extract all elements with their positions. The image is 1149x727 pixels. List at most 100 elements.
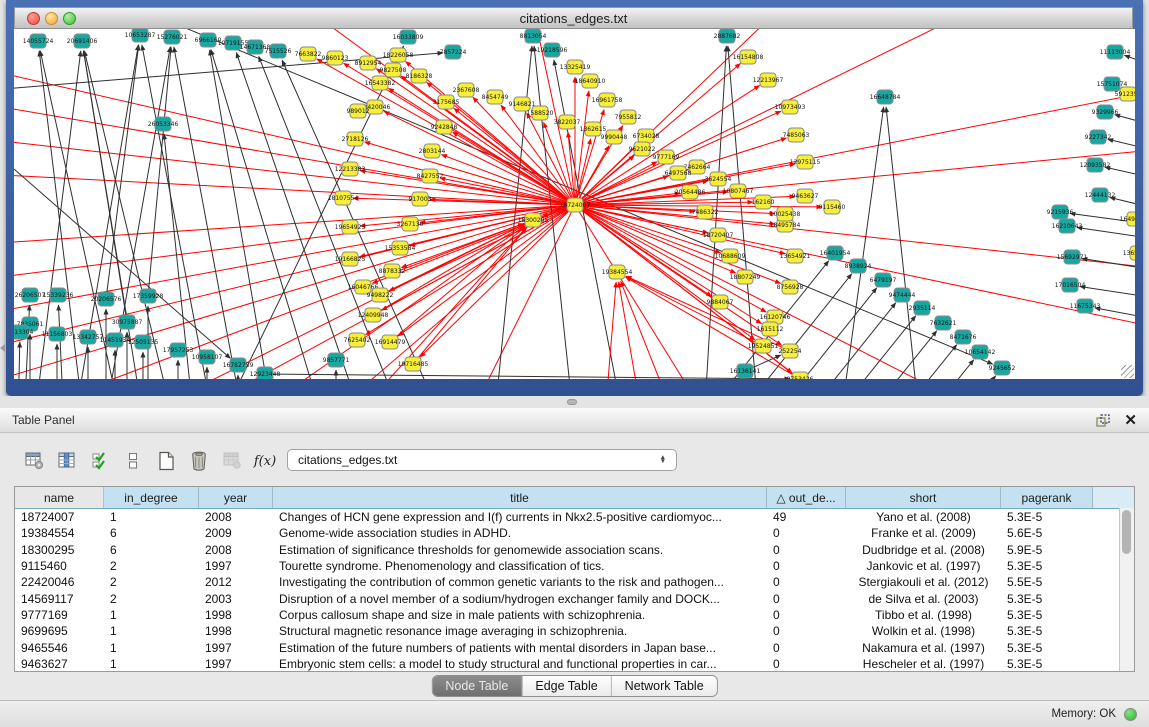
graph-edge[interactable] <box>1115 115 1135 124</box>
table-cell[interactable]: 5.3E-5 <box>1001 592 1093 606</box>
graph-edge[interactable] <box>14 139 575 205</box>
table-cell[interactable]: Structural magnetic resonance image aver… <box>273 624 767 638</box>
table-cell[interactable]: 0 <box>767 592 846 606</box>
close-panel-icon[interactable]: ✕ <box>1124 413 1137 428</box>
table-cell[interactable]: Estimation of the future numbers of pati… <box>273 641 767 655</box>
graph-edge[interactable] <box>840 107 884 379</box>
table-cell[interactable]: 14569117 <box>15 592 104 606</box>
graph-edge[interactable] <box>390 226 525 342</box>
delete-table-icon[interactable] <box>189 451 209 471</box>
table-cell[interactable]: 5.9E-5 <box>1001 543 1093 557</box>
table-cell[interactable]: 0 <box>767 641 846 655</box>
table-cell[interactable]: 1 <box>104 624 199 638</box>
table-cell[interactable]: 6 <box>104 526 199 540</box>
table-cell[interactable]: 5.5E-5 <box>1001 575 1093 589</box>
graph-edge[interactable] <box>1080 287 1135 297</box>
table-cell[interactable]: 2008 <box>199 543 273 557</box>
table-row[interactable]: 911546021997Tourette syndrome. Phenomeno… <box>15 558 1134 574</box>
float-panel-icon[interactable] <box>1096 414 1110 427</box>
table-cell[interactable]: 9777169 <box>15 608 104 622</box>
table-cell[interactable]: 18724007 <box>15 510 104 524</box>
table-cell[interactable]: 0 <box>767 608 846 622</box>
graph-edge[interactable] <box>413 228 527 364</box>
table-cell[interactable]: 5.3E-5 <box>1001 608 1093 622</box>
graph-edge[interactable] <box>210 50 274 379</box>
network-view-window[interactable]: citations_edges.txt 18724007140557242069… <box>6 0 1143 396</box>
tab-edge-table[interactable]: Edge Table <box>522 676 611 696</box>
table-cell[interactable]: Disruption of a novel member of a sodium… <box>273 592 767 606</box>
table-row[interactable]: 977716911998Corpus callosum shape and si… <box>15 607 1134 623</box>
table-cell[interactable]: 0 <box>767 624 846 638</box>
graph-edge[interactable] <box>1077 227 1135 238</box>
tab-network-table[interactable]: Network Table <box>612 676 717 696</box>
graph-edge[interactable] <box>575 139 591 205</box>
graph-edge[interactable] <box>106 45 139 299</box>
table-cell[interactable]: 1 <box>104 641 199 655</box>
table-cell[interactable]: Hescheler et al. (1997) <box>846 657 1001 671</box>
graph-edge[interactable] <box>922 360 974 379</box>
graph-edge[interactable] <box>14 174 575 205</box>
graph-edge[interactable] <box>1124 55 1135 64</box>
graph-edge[interactable] <box>14 169 230 358</box>
splitter-collapse-arrow-icon[interactable] <box>0 344 5 352</box>
graph-edge[interactable] <box>398 205 575 336</box>
node-table[interactable]: namein_degreeyeartitle△ out_de...shortpa… <box>14 486 1135 672</box>
table-cell[interactable]: 1998 <box>199 608 273 622</box>
divider-handle-icon[interactable] <box>567 399 577 405</box>
table-row[interactable]: 1456911722003Disruption of a novel membe… <box>15 590 1134 606</box>
panel-divider[interactable] <box>0 396 1149 408</box>
table-scrollbar[interactable] <box>1119 508 1134 671</box>
table-cell[interactable]: 5.3E-5 <box>1001 510 1093 524</box>
table-row[interactable]: 946554611997Estimation of the future num… <box>15 639 1134 655</box>
table-cell[interactable]: 0 <box>767 526 846 540</box>
column-header-pagerank[interactable]: pagerank <box>1001 487 1093 508</box>
show-columns-icon[interactable] <box>90 451 110 471</box>
graph-edge[interactable] <box>211 50 324 379</box>
network-table-selector[interactable]: citations_edges.txt ▲▼ <box>287 449 677 471</box>
table-cell[interactable]: 1 <box>104 608 199 622</box>
select-column-icon[interactable] <box>57 451 77 471</box>
column-header-out_de[interactable]: △ out_de... <box>767 487 846 508</box>
table-cell[interactable]: 0 <box>767 559 846 573</box>
column-header-name[interactable]: name <box>15 487 104 508</box>
table-cell[interactable]: Changes of HCN gene expression and I(f) … <box>273 510 767 524</box>
table-cell[interactable]: 9463627 <box>15 657 104 671</box>
graph-edge[interactable] <box>575 91 589 205</box>
graph-edge[interactable] <box>575 205 762 324</box>
table-cell[interactable]: Franke et al. (2009) <box>846 526 1001 540</box>
graph-edge[interactable] <box>420 205 575 357</box>
graph-edge[interactable] <box>164 134 194 379</box>
network-canvas[interactable]: 1872400714055724206914061065328715276021… <box>14 29 1135 379</box>
table-cell[interactable]: 5.3E-5 <box>1001 624 1093 638</box>
table-cell[interactable]: 2003 <box>199 592 273 606</box>
table-cell[interactable]: 6 <box>104 543 199 557</box>
graph-edge[interactable] <box>886 107 920 379</box>
graph-edge[interactable] <box>1108 139 1135 149</box>
scrollbar-thumb[interactable] <box>1122 510 1131 554</box>
graph-edge[interactable] <box>142 45 214 379</box>
table-cell[interactable]: 5.3E-5 <box>1001 559 1093 573</box>
table-cell[interactable]: Tibbo et al. (1998) <box>846 608 1001 622</box>
table-row[interactable]: 969969511998Structural magnetic resonanc… <box>15 623 1134 639</box>
table-cell[interactable]: Dudbridge et al. (2008) <box>846 543 1001 557</box>
graph-edge[interactable] <box>104 47 170 379</box>
graph-edge[interactable] <box>24 305 30 379</box>
table-cell[interactable]: 1997 <box>199 657 273 671</box>
graph-edge[interactable] <box>1082 259 1135 269</box>
table-cell[interactable]: Jankovic et al. (1997) <box>846 559 1001 573</box>
table-row[interactable]: 1830029562008Estimation of significance … <box>15 542 1134 558</box>
table-cell[interactable]: 5.6E-5 <box>1001 526 1093 540</box>
table-cell[interactable]: Investigating the contribution of common… <box>273 575 767 589</box>
table-cell[interactable]: 22420046 <box>15 575 104 589</box>
graph-edge[interactable] <box>14 205 575 379</box>
graph-edge[interactable] <box>14 205 575 244</box>
column-header-short[interactable]: short <box>846 487 1001 508</box>
table-cell[interactable]: 0 <box>767 543 846 557</box>
table-cell[interactable]: Stergiakouli et al. (2012) <box>846 575 1001 589</box>
table-cell[interactable]: de Silva et al. (2003) <box>846 592 1001 606</box>
graph-edge[interactable] <box>14 69 575 205</box>
table-cell[interactable]: Embryonic stem cells: a model to study s… <box>273 657 767 671</box>
graph-edge[interactable] <box>575 89 1135 205</box>
graph-edge[interactable] <box>862 331 937 379</box>
graph-edge[interactable] <box>219 46 404 379</box>
